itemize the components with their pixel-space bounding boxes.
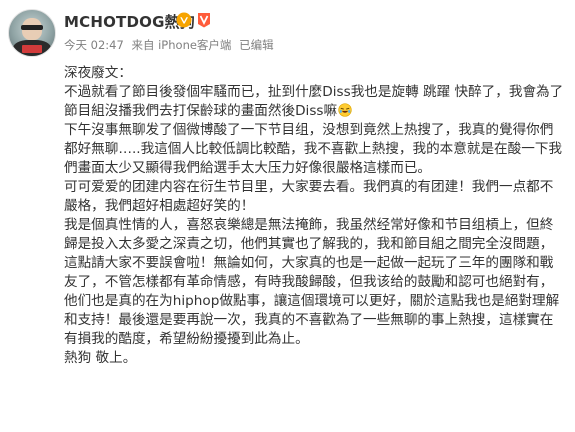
post-paragraph: 下午沒事無聊发了個微博酸了一下节目组，没想到竟然上热搜了，我真的覺得你們都好無聊… — [64, 122, 563, 176]
verified-icon[interactable] — [176, 12, 192, 28]
post-time[interactable]: 今天 02:47 — [64, 38, 124, 52]
post-source: 来自 iPhone客户端 — [131, 38, 232, 52]
post-paragraph-with-emoji: 不過就看了節目後發個牢騷而已，扯到什麼Diss我也是旋轉 跳躍 快醉了，我會為了… — [64, 83, 564, 121]
user-avatar[interactable] — [8, 9, 56, 57]
post-paragraph: 我是個真性情的人，喜怒哀樂總是無法掩飾，我虽然经常好像和节目组槓上，但終歸是投入… — [64, 217, 560, 347]
laughing-crying-emoji-icon — [338, 103, 352, 117]
post-paragraph: 可可爱爱的团建内容在衍生节目里，大家要去看。我們真的有团建！我們一点都不嚴格，我… — [64, 179, 554, 214]
post-header: MCHOTDOG熱狗 今天 02:47 来自 iPhone客户端 已编辑 — [0, 0, 575, 62]
avatar-glasses-shape — [21, 25, 43, 30]
post-paragraph-text: 不過就看了節目後發個牢騷而已，扯到什麼Diss我也是旋轉 跳躍 快醉了，我會為了… — [64, 84, 564, 119]
avatar-shirt-logo — [22, 45, 42, 53]
post-signature: 熱狗 敬上。 — [64, 350, 137, 366]
post-body: 深夜廢文： 不過就看了節目後發個牢騷而已，扯到什麼Diss我也是旋轉 跳躍 快醉… — [64, 64, 564, 368]
post-paragraph: 深夜廢文： — [64, 65, 132, 81]
edited-label[interactable]: 已编辑 — [239, 38, 274, 52]
post-meta: 今天 02:47 来自 iPhone客户端 已编辑 — [64, 37, 278, 53]
vip-member-icon[interactable] — [197, 12, 211, 28]
